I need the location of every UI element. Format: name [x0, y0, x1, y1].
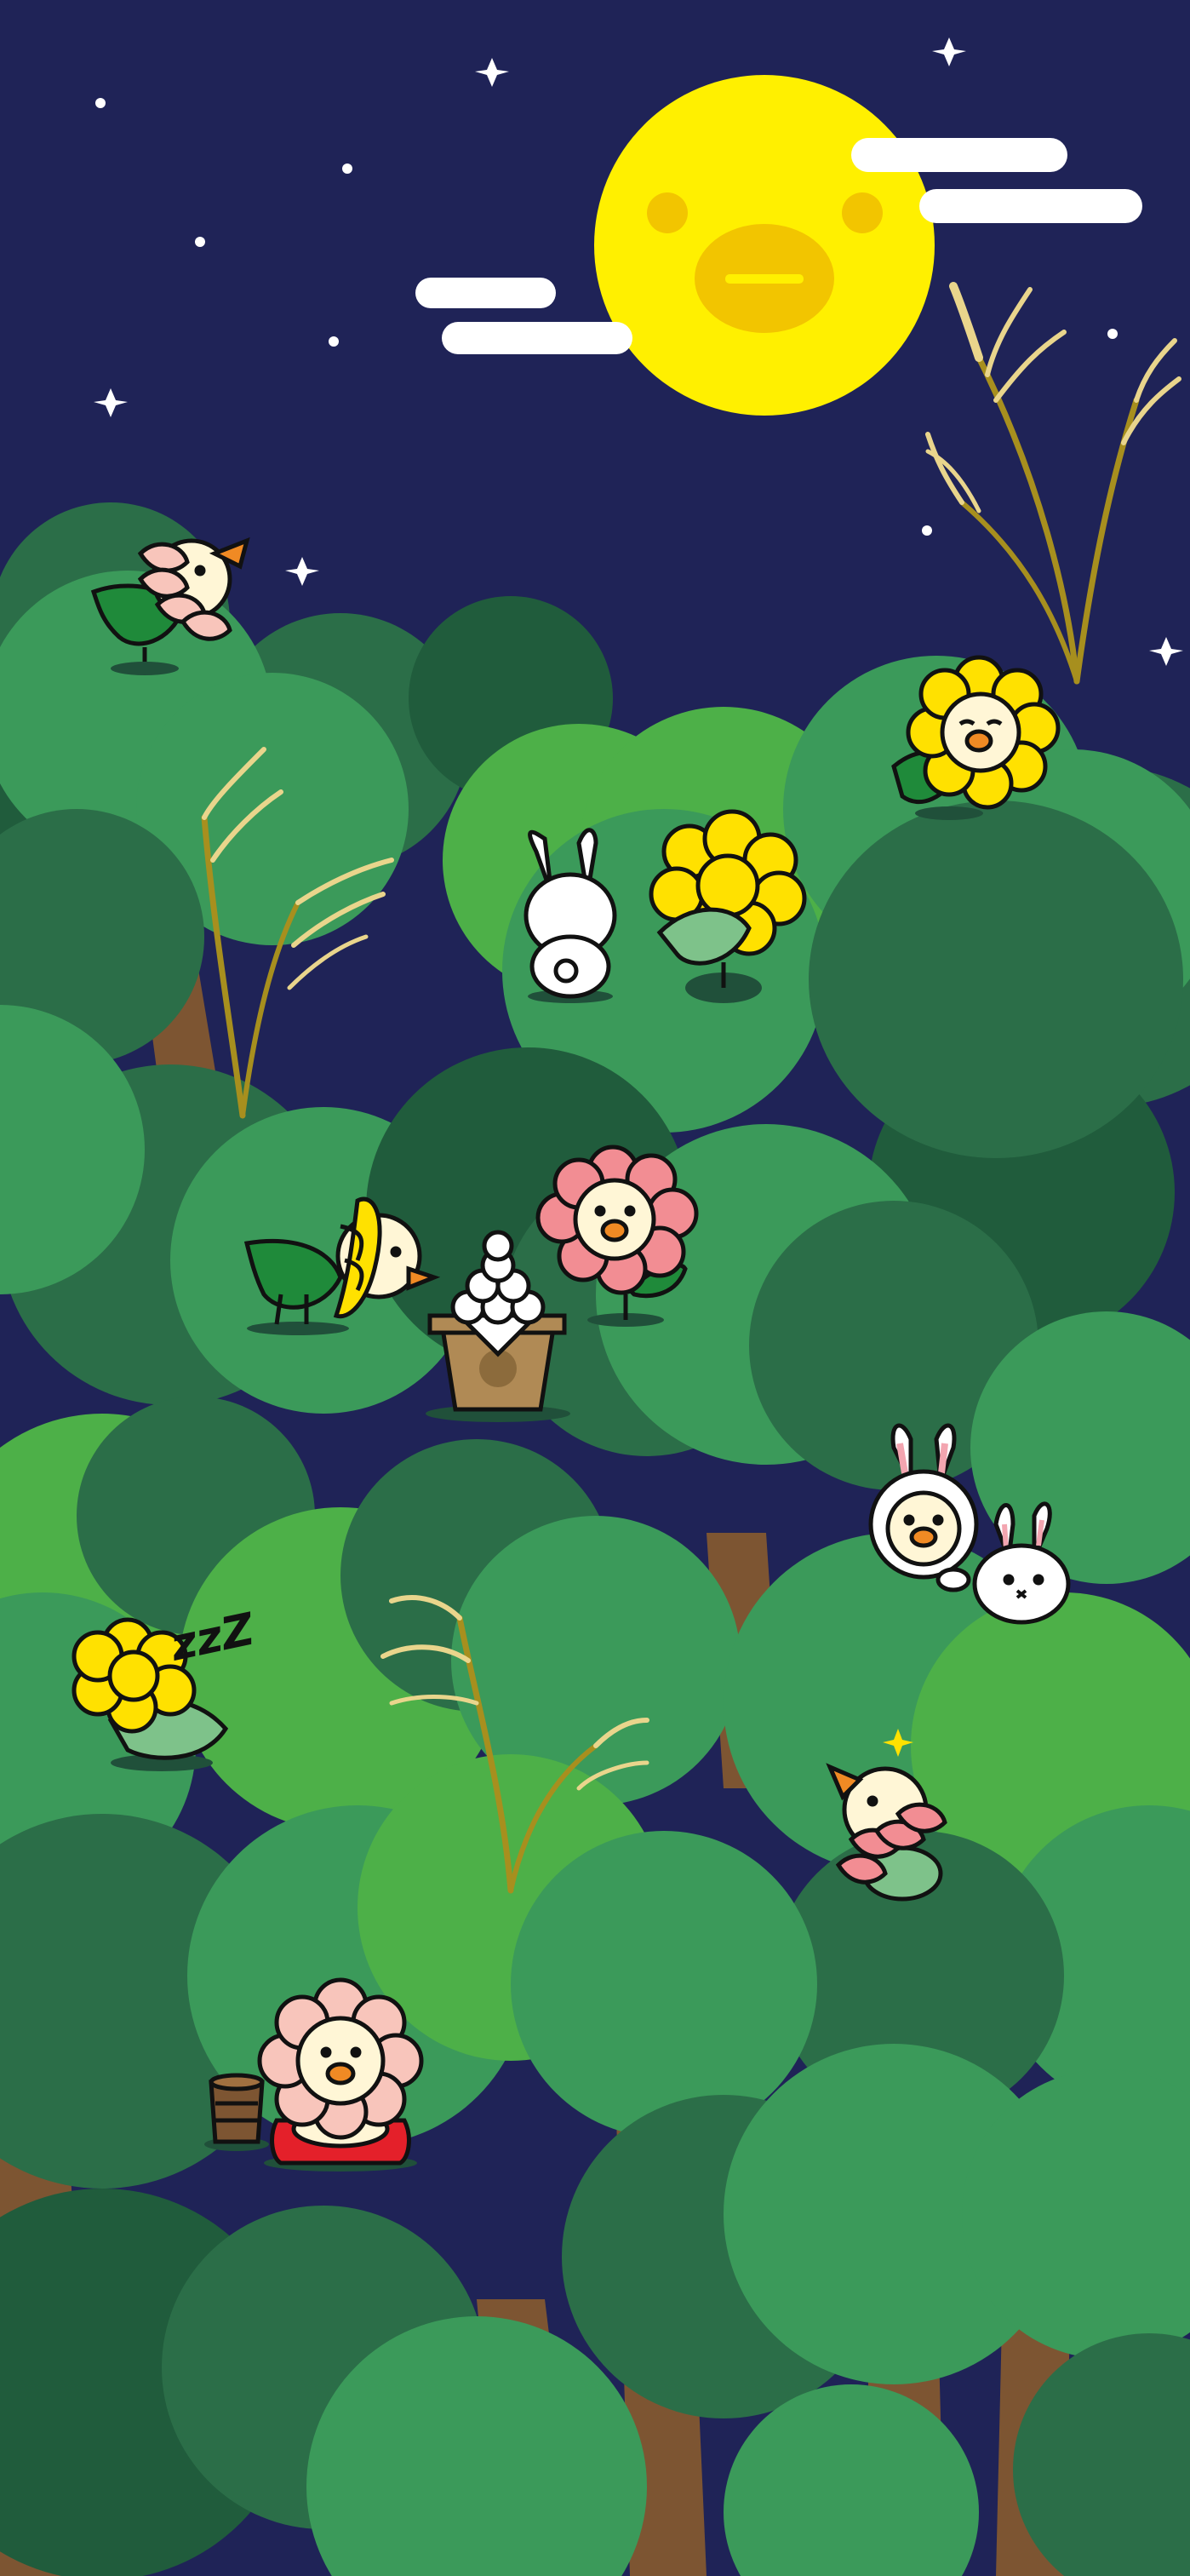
star-dot — [195, 237, 205, 247]
cloud — [415, 278, 556, 308]
star-dot — [95, 98, 106, 108]
tea-cup — [204, 2073, 269, 2151]
moon-chick-face — [594, 75, 935, 416]
cloud — [851, 138, 1067, 172]
cloud — [919, 189, 1142, 223]
moon-viewing-forest-scene: zzZ — [0, 0, 1190, 2576]
peach-flower-chick-on-red-cushion — [257, 1977, 424, 2172]
star-dot — [1107, 329, 1118, 339]
cloud — [442, 322, 632, 354]
moon-cheek — [842, 192, 883, 233]
star-dot — [342, 164, 352, 174]
star-dot — [329, 336, 339, 347]
star-dot — [922, 525, 932, 536]
moon-mouth-line — [725, 274, 804, 284]
moon-cheek — [647, 192, 688, 233]
